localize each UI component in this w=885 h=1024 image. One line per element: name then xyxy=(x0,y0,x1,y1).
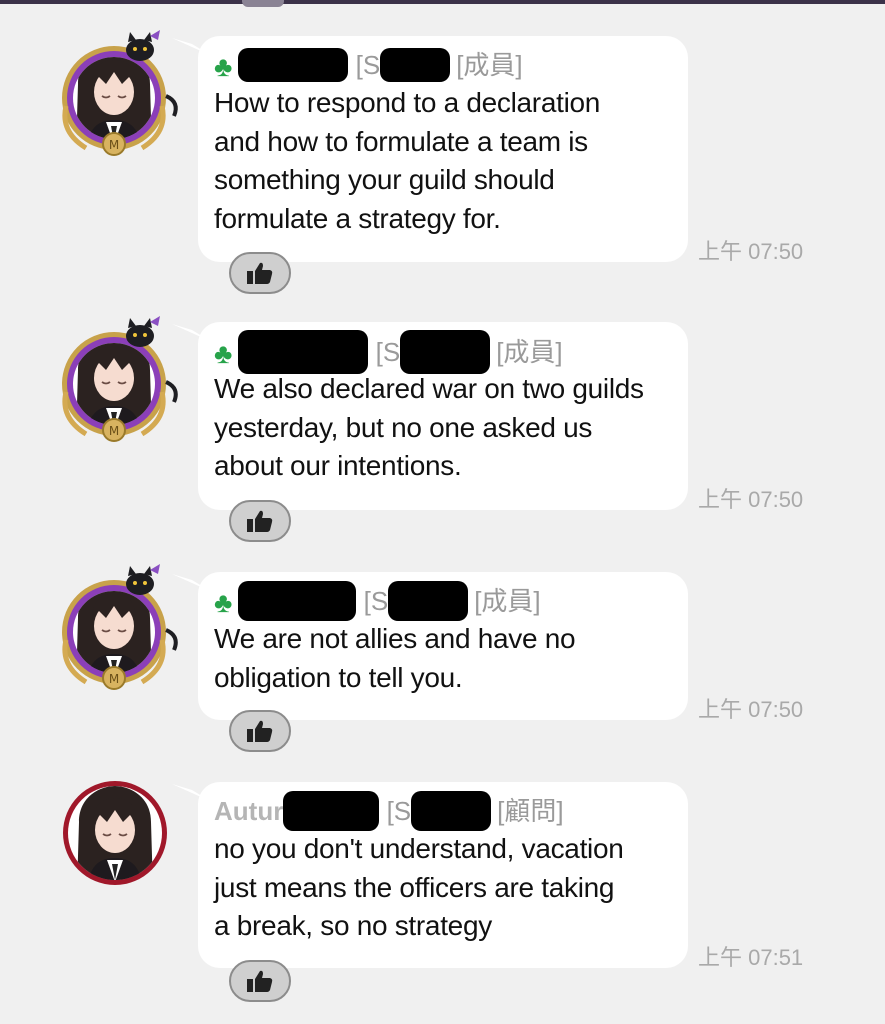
sender-role: [成員] xyxy=(474,586,541,616)
bubble-tail xyxy=(172,784,212,802)
like-button[interactable] xyxy=(229,710,291,752)
message-bubble: Autur [S [顧問] no you don't understand, va… xyxy=(172,782,688,968)
sender-line: ♣ [S [成員] xyxy=(214,581,672,622)
like-button[interactable] xyxy=(229,500,291,542)
like-button[interactable] xyxy=(229,252,291,294)
redaction-block xyxy=(238,330,369,374)
message-4: Autur [S [顧問] no you don't understand, va… xyxy=(0,0,885,1002)
message-text: We also declared war on two guilds yeste… xyxy=(214,373,644,481)
like-button[interactable] xyxy=(229,960,291,1002)
bubble-tail xyxy=(172,324,212,342)
thumbs-up-icon xyxy=(247,970,273,992)
message-text: no you don't understand, vacation just m… xyxy=(214,833,624,941)
thumbs-up-icon xyxy=(247,262,273,284)
user-avatar[interactable] xyxy=(56,560,172,676)
thumbs-up-icon xyxy=(247,720,273,742)
sender-line: Autur [S [顧問] xyxy=(214,791,672,832)
user-avatar[interactable] xyxy=(56,312,172,428)
sender-role: [顧問] xyxy=(497,796,564,826)
message-time: 上午 07:51 xyxy=(698,945,804,970)
clover-icon: ♣ xyxy=(214,587,233,619)
redaction-block xyxy=(238,581,357,622)
sender-line: ♣ [S [成員] xyxy=(214,330,672,374)
message-text: We are not allies and have no obligation… xyxy=(214,623,576,693)
message-bubble: ♣ [S [成員] We also declared war on two gui… xyxy=(172,322,688,510)
message-time: 上午 07:50 xyxy=(698,697,804,722)
sender-name: Autur xyxy=(214,796,284,826)
message-bubble: ♣ [S [成員] We are not allies and have no o… xyxy=(172,572,688,720)
redaction-block xyxy=(283,791,380,832)
sender-role: [成員] xyxy=(496,336,563,367)
user-avatar[interactable] xyxy=(62,780,178,896)
message-time: 上午 07:50 xyxy=(698,487,804,512)
redaction-block xyxy=(388,581,469,622)
clover-icon: ♣ xyxy=(214,338,233,369)
redaction-block xyxy=(400,330,491,374)
redaction-block xyxy=(411,791,492,832)
bubble-tail xyxy=(172,574,212,592)
thumbs-up-icon xyxy=(247,510,273,532)
